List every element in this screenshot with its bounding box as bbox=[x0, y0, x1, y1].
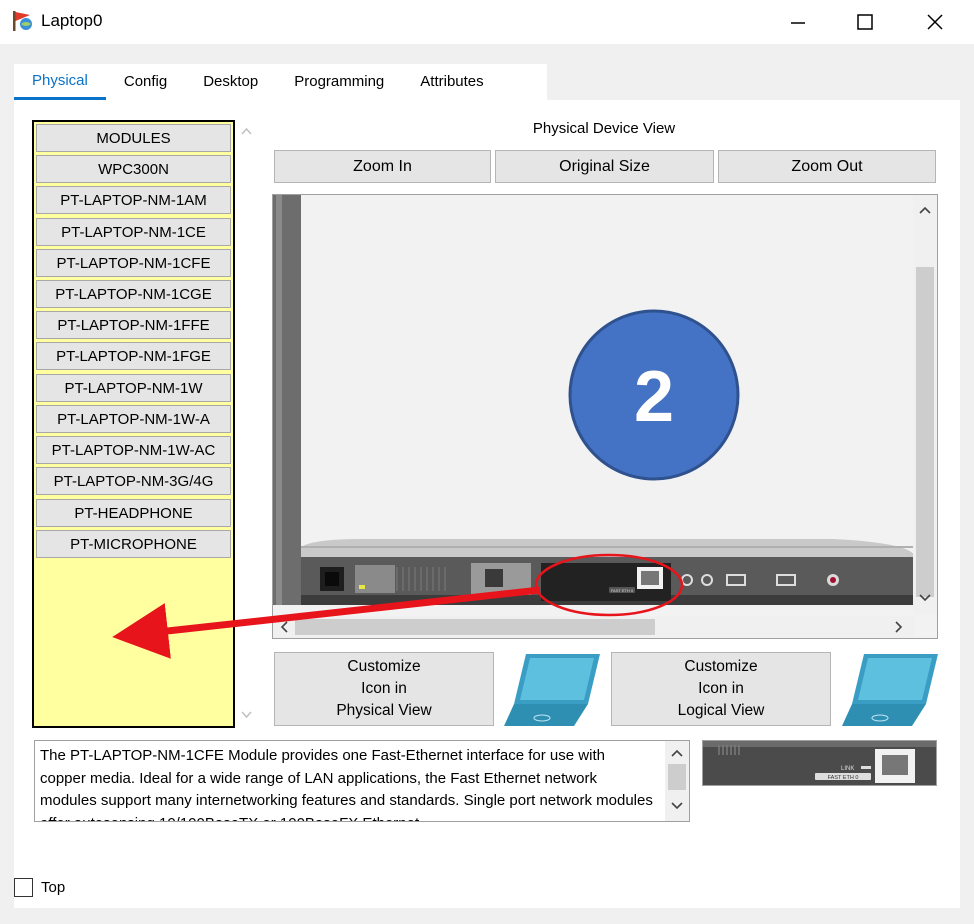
customize-logical-line2: Icon in bbox=[698, 680, 744, 697]
tab-bar: Physical Config Desktop Programming Attr… bbox=[14, 64, 502, 100]
scroll-up-icon bbox=[671, 749, 683, 757]
customize-logical-line1: Customize bbox=[684, 658, 758, 675]
scroll-down-icon bbox=[241, 711, 252, 719]
module-item-nm-1cfe[interactable]: PT-LAPTOP-NM-1CFE bbox=[36, 249, 231, 277]
viewport-vscroll-arrows bbox=[919, 206, 931, 602]
original-size-button[interactable]: Original Size bbox=[495, 150, 714, 183]
top-checkbox[interactable] bbox=[14, 878, 33, 897]
maximize-button[interactable] bbox=[830, 0, 900, 44]
customize-physical-line3: Physical View bbox=[336, 702, 432, 719]
scrollbar-arrows bbox=[241, 127, 252, 719]
tab-attributes[interactable]: Attributes bbox=[402, 64, 501, 100]
module-item-nm-1w[interactable]: PT-LAPTOP-NM-1W bbox=[36, 374, 231, 402]
customize-physical-line1: Customize bbox=[347, 658, 421, 675]
maximize-icon bbox=[857, 14, 873, 30]
module-item-nm-1cge[interactable]: PT-LAPTOP-NM-1CGE bbox=[36, 280, 231, 308]
physical-panel: MODULES WPC300N PT-LAPTOP-NM-1AM PT-LAPT… bbox=[14, 100, 960, 908]
module-item-wpc300n[interactable]: WPC300N bbox=[36, 155, 231, 183]
scroll-up-icon bbox=[919, 206, 931, 214]
module-item-nm-3g4g[interactable]: PT-LAPTOP-NM-3G/4G bbox=[36, 467, 231, 495]
close-button[interactable] bbox=[900, 0, 970, 44]
zoom-in-button[interactable]: Zoom In bbox=[274, 150, 491, 183]
module-list[interactable]: MODULES WPC300N PT-LAPTOP-NM-1AM PT-LAPT… bbox=[32, 120, 235, 728]
scroll-up-icon bbox=[241, 127, 252, 135]
packet-tracer-icon bbox=[13, 11, 32, 31]
laptop-logical-icon bbox=[842, 654, 938, 726]
preview-link-label: LINK bbox=[841, 766, 854, 772]
tab-physical[interactable]: Physical bbox=[14, 64, 106, 100]
module-list-scrollbar[interactable] bbox=[235, 120, 258, 728]
customize-physical-line2: Icon in bbox=[361, 680, 407, 697]
tab-config[interactable]: Config bbox=[106, 64, 185, 100]
customize-logical-line3: Logical View bbox=[677, 702, 765, 719]
module-item-nm-1ce[interactable]: PT-LAPTOP-NM-1CE bbox=[36, 218, 231, 246]
module-description-text: The PT-LAPTOP-NM-1CFE Module provides on… bbox=[40, 747, 653, 821]
customize-physical-icon-button[interactable]: Customize Icon in Physical View bbox=[274, 652, 494, 726]
scroll-left-icon bbox=[280, 621, 288, 633]
zoom-out-button[interactable]: Zoom Out bbox=[718, 150, 936, 183]
tab-desktop[interactable]: Desktop bbox=[185, 64, 276, 100]
module-item-nm-1w-a[interactable]: PT-LAPTOP-NM-1W-A bbox=[36, 405, 231, 433]
laptop-physical-icon bbox=[504, 654, 600, 726]
laptop-side-view: FAST ETH 0 bbox=[273, 195, 915, 605]
module-item-nm-1w-ac[interactable]: PT-LAPTOP-NM-1W-AC bbox=[36, 436, 231, 464]
top-checkbox-label: Top bbox=[41, 879, 66, 896]
module-preview: LINK FAST ETH 0 bbox=[702, 740, 937, 786]
scroll-right-icon bbox=[895, 621, 903, 633]
description-scroll-arrows bbox=[671, 749, 683, 810]
preview-port-label: FAST ETH 0 bbox=[828, 775, 859, 781]
minimize-icon bbox=[791, 22, 805, 24]
module-item-nm-1am[interactable]: PT-LAPTOP-NM-1AM bbox=[36, 186, 231, 214]
device-view-title: Physical Device View bbox=[532, 120, 676, 137]
module-preview-image: LINK FAST ETH 0 bbox=[703, 741, 936, 785]
module-item-microphone[interactable]: PT-MICROPHONE bbox=[36, 530, 231, 558]
viewport-horizontal-scrollbar[interactable] bbox=[273, 616, 915, 638]
physical-device-viewport[interactable]: FAST ETH 0 bbox=[272, 194, 938, 639]
close-icon bbox=[927, 14, 943, 30]
window-title: Laptop0 bbox=[41, 11, 103, 30]
module-description: The PT-LAPTOP-NM-1CFE Module provides on… bbox=[34, 740, 690, 822]
minimize-button[interactable] bbox=[763, 0, 833, 44]
customize-logical-icon-button[interactable]: Customize Icon in Logical View bbox=[611, 652, 831, 726]
title-bar: Laptop0 bbox=[0, 0, 974, 44]
top-checkbox-row[interactable]: Top bbox=[14, 878, 65, 897]
module-item-nm-1ffe[interactable]: PT-LAPTOP-NM-1FFE bbox=[36, 311, 231, 339]
viewport-hscroll-arrows bbox=[280, 621, 903, 633]
scroll-down-icon bbox=[671, 802, 683, 810]
module-item-modules[interactable]: MODULES bbox=[36, 124, 231, 152]
tab-programming[interactable]: Programming bbox=[276, 64, 402, 100]
description-scrollbar[interactable] bbox=[665, 741, 689, 821]
scroll-down-icon bbox=[919, 594, 931, 602]
module-item-headphone[interactable]: PT-HEADPHONE bbox=[36, 499, 231, 527]
viewport-vertical-scrollbar[interactable] bbox=[913, 195, 937, 615]
window-client: Physical Config Desktop Programming Attr… bbox=[0, 44, 974, 924]
module-item-nm-1fge[interactable]: PT-LAPTOP-NM-1FGE bbox=[36, 342, 231, 370]
viewport-port-label: FAST ETH 0 bbox=[611, 588, 634, 593]
